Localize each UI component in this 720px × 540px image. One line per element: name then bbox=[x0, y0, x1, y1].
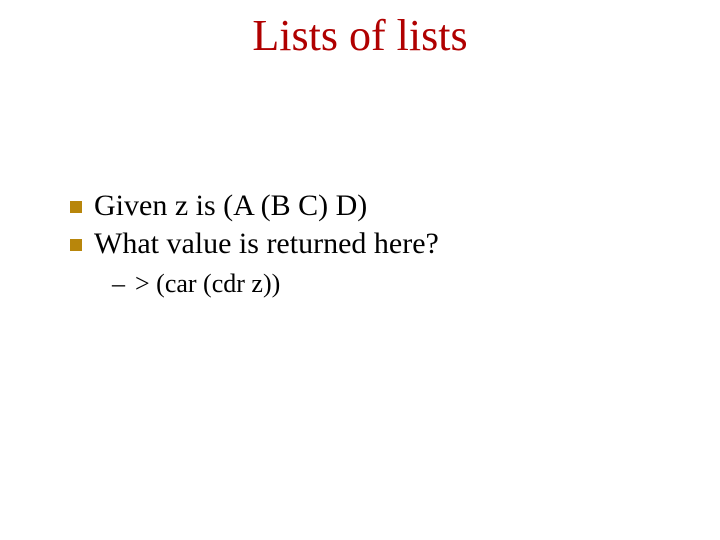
dash-bullet-icon: – bbox=[112, 268, 125, 299]
square-bullet-icon bbox=[70, 201, 82, 213]
slide-title: Lists of lists bbox=[0, 10, 720, 61]
sub-bullet-text: > (car (cdr z)) bbox=[135, 268, 280, 299]
bullet-text: Given z is (A (B C) D) bbox=[94, 188, 367, 224]
bullet-item: What value is returned here? bbox=[70, 226, 670, 262]
slide-body: Given z is (A (B C) D) What value is ret… bbox=[70, 188, 670, 299]
bullet-text: What value is returned here? bbox=[94, 226, 439, 262]
bullet-item: Given z is (A (B C) D) bbox=[70, 188, 670, 224]
sub-bullet-item: – > (car (cdr z)) bbox=[112, 268, 670, 299]
square-bullet-icon bbox=[70, 239, 82, 251]
slide: Lists of lists Given z is (A (B C) D) Wh… bbox=[0, 0, 720, 540]
